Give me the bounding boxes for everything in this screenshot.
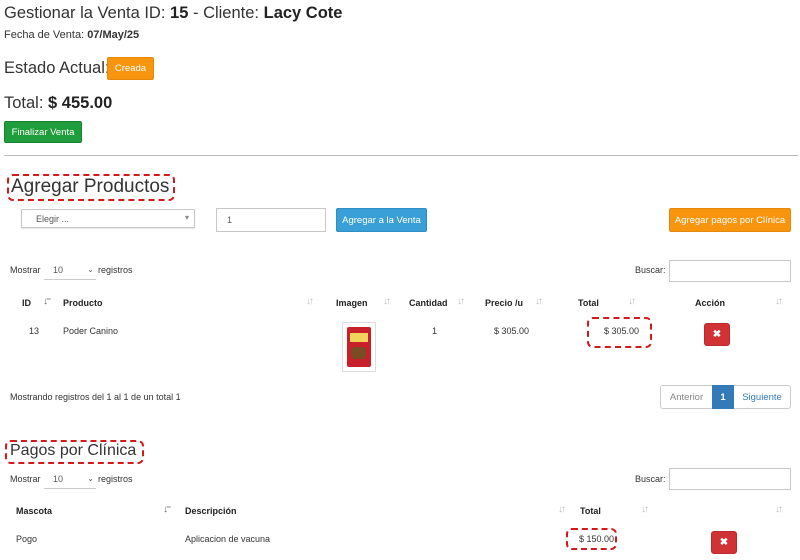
show-label: Mostrar [10,265,41,275]
sort-arrows-icon[interactable]: ↓↑ [641,504,649,515]
col-id[interactable]: ID [22,298,31,308]
search-label: Buscar: [635,474,666,484]
sale-date: Fecha de Venta: 07/May/25 [4,29,140,41]
payment-pet: Pogo [16,534,38,544]
quantity-input[interactable]: 1 [216,208,326,232]
finalize-sale-button[interactable]: Finalizar Venta [4,121,82,143]
payments-section-title: Pagos por Clínica [10,442,137,459]
delete-payment-button[interactable]: ✖ [711,531,737,554]
col-producto[interactable]: Producto [63,298,103,308]
col-imagen[interactable]: Imagen [336,298,368,308]
sort-arrows-icon[interactable]: ↓↑ [558,504,566,515]
pagination-page-1[interactable]: 1 [712,385,734,409]
sort-asc-icon[interactable]: ↓⁼ [43,296,51,307]
sort-arrows-icon[interactable]: ↓↑ [628,296,636,307]
chevron-down-icon: ⌄ [87,474,94,483]
sort-arrows-icon[interactable]: ↓↑ [775,504,783,515]
payments-search-input[interactable] [669,468,791,490]
sort-arrows-icon[interactable]: ↓↑ [535,296,543,307]
col-total[interactable]: Total [578,298,599,308]
records-label: registros [98,265,133,275]
row-product: Poder Canino [63,326,119,336]
product-select[interactable]: Elegir ... ▾ [21,209,195,228]
pagination-next[interactable]: Siguiente [734,386,790,408]
search-label: Buscar: [635,265,666,275]
pagination-prev[interactable]: Anterior [661,386,712,408]
row-total: $ 305.00 [604,326,640,336]
col-descripcion[interactable]: Descripción [185,506,237,516]
table-info: Mostrando registros del 1 al 1 de un tot… [10,392,181,402]
close-icon: ✖ [719,537,729,548]
records-label: registros [98,474,133,484]
products-search-input[interactable] [669,260,791,282]
row-quantity: 1 [432,326,438,336]
status-badge: Creada [107,57,154,80]
total-label: Total: $ 455.00 [4,94,113,112]
payment-description: Aplicacion de vacuna [185,534,271,544]
col-accion[interactable]: Acción [695,298,725,308]
row-id: 13 [29,326,40,336]
product-image [342,322,376,372]
col-total[interactable]: Total [580,506,601,516]
add-clinic-payments-button[interactable]: Agregar pagos por Clínica [669,208,791,232]
col-precio[interactable]: Precio /u [485,298,523,308]
page-title: Gestionar la Venta ID: 15 - Cliente: Lac… [4,4,343,22]
sort-arrows-icon[interactable]: ↓↑ [457,296,465,307]
col-mascota[interactable]: Mascota [16,506,52,516]
sort-arrows-icon[interactable]: ↓↑ [306,296,314,307]
divider [4,155,798,156]
chevron-down-icon: ⌄ [87,265,94,274]
products-section-title: Agregar Productos [11,176,170,197]
payments-page-size-select[interactable]: 10 ⌄ [44,469,96,489]
chevron-down-icon: ▾ [184,213,189,222]
delete-product-button[interactable]: ✖ [704,323,730,346]
col-cantidad[interactable]: Cantidad [409,298,448,308]
sort-asc-icon[interactable]: ↓⁼ [163,504,171,515]
status-label: Estado Actual: [4,59,110,77]
sort-arrows-icon[interactable]: ↓↑ [775,296,783,307]
row-unit-price: $ 305.00 [494,326,530,336]
close-icon: ✖ [712,329,722,340]
add-to-sale-button[interactable]: Agregar a la Venta [336,208,427,232]
page-size-select[interactable]: 10 ⌄ [44,260,96,280]
sale-id: 15 [170,4,189,22]
show-label: Mostrar [10,474,41,484]
sort-arrows-icon[interactable]: ↓↑ [383,296,391,307]
payment-total: $ 150.00 [579,534,615,544]
client-name: Lacy Cote [263,4,343,22]
